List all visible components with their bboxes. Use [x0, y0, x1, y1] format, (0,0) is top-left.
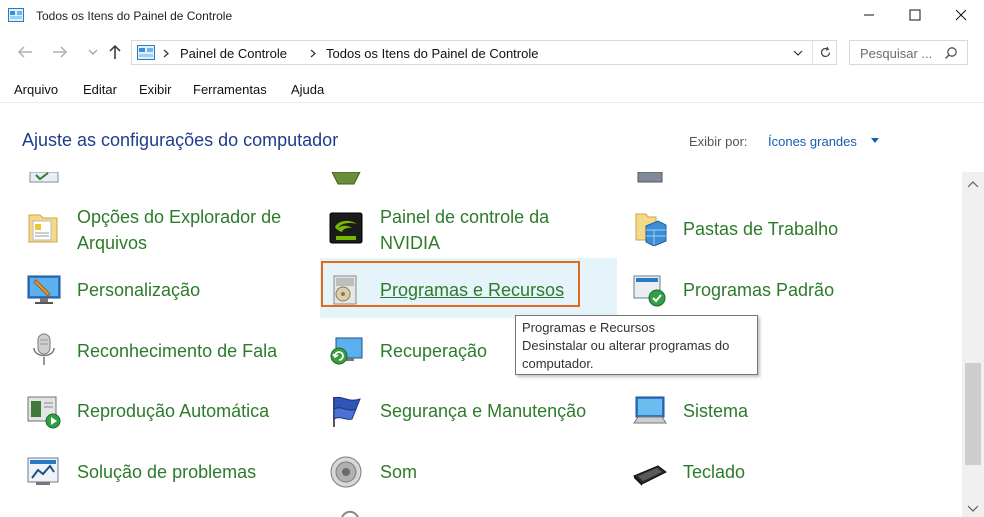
autoplay-icon	[27, 396, 61, 429]
view-by-caret-icon[interactable]	[871, 138, 879, 143]
breadcrumb-separator-icon	[310, 49, 316, 58]
keyboard-icon	[633, 465, 667, 486]
cut-off-item-icon	[637, 172, 663, 183]
tooltip-desc-line2: computador.	[522, 356, 594, 371]
cut-off-item-icon	[29, 172, 59, 183]
search-placeholder: Pesquisar ...	[860, 46, 933, 61]
folder-options-icon	[28, 214, 58, 243]
menu-ajuda[interactable]: Ajuda	[291, 82, 324, 97]
maximize-icon	[909, 9, 921, 21]
item-programas-padrao[interactable]: Programas Padrão	[683, 277, 834, 303]
menu-editar[interactable]: Editar	[83, 82, 117, 97]
address-dropdown-button[interactable]	[790, 46, 806, 60]
item-solucao-problemas[interactable]: Solução de problemas	[77, 459, 256, 485]
default-programs-icon	[633, 275, 666, 307]
item-reproducao-automatica[interactable]: Reprodução Automática	[77, 398, 269, 424]
search-icon[interactable]	[944, 46, 958, 60]
nvidia-icon	[329, 212, 363, 244]
item-sistema[interactable]: Sistema	[683, 398, 748, 424]
item-pastas-trabalho[interactable]: Pastas de Trabalho	[683, 216, 838, 242]
scroll-down-icon[interactable]	[967, 505, 979, 513]
microphone-icon	[33, 333, 55, 365]
vertical-scrollbar[interactable]	[962, 172, 984, 517]
control-panel-icon	[8, 8, 24, 22]
security-maintenance-flag-icon	[333, 396, 361, 427]
menu-divider	[0, 102, 984, 103]
item-som[interactable]: Som	[380, 459, 417, 485]
item-opcoes-explorador[interactable]: Opções do Explorador de Arquivos	[77, 204, 281, 256]
up-arrow-icon	[109, 44, 121, 59]
chevron-down-icon	[793, 50, 803, 56]
recovery-icon	[330, 337, 363, 365]
item-personalizacao[interactable]: Personalização	[77, 277, 200, 303]
programs-features-icon	[333, 275, 357, 305]
menu-ferramentas[interactable]: Ferramentas	[193, 82, 267, 97]
refresh-icon	[820, 46, 830, 58]
menu-exibir[interactable]: Exibir	[139, 82, 172, 97]
forward-button[interactable]	[49, 41, 71, 63]
tooltip: Programas e Recursos Desinstalar ou alte…	[515, 315, 758, 375]
scroll-up-icon[interactable]	[967, 180, 979, 188]
item-reconhecimento-fala[interactable]: Reconhecimento de Fala	[77, 338, 277, 364]
view-by-dropdown[interactable]: Ícones grandes	[768, 134, 857, 149]
breadcrumb-painel-de-controle[interactable]: Painel de Controle	[180, 46, 287, 61]
troubleshooting-icon	[27, 457, 59, 485]
item-programas-recursos[interactable]: Programas e Recursos	[380, 277, 564, 303]
breadcrumb-todos-os-itens[interactable]: Todos os Itens do Painel de Controle	[326, 46, 538, 61]
item-nvidia[interactable]: Painel de controle da NVIDIA	[380, 204, 549, 256]
system-icon	[633, 396, 667, 424]
item-teclado[interactable]: Teclado	[683, 459, 745, 485]
tooltip-desc-line1: Desinstalar ou alterar programas do	[522, 338, 730, 353]
window-title: Todos os Itens do Painel de Controle	[36, 9, 233, 23]
back-arrow-icon	[17, 46, 32, 58]
view-by-label: Exibir por:	[689, 134, 748, 149]
recent-locations-button[interactable]	[82, 41, 104, 63]
chevron-down-icon	[88, 49, 98, 55]
close-icon	[955, 9, 967, 21]
work-folders-icon	[635, 213, 667, 246]
address-control-panel-icon	[137, 45, 155, 60]
forward-arrow-icon	[53, 46, 68, 58]
cut-off-item-icon	[331, 172, 361, 185]
menu-arquivo[interactable]: Arquivo	[14, 82, 58, 97]
cut-off-item-icon	[341, 510, 359, 517]
maximize-button[interactable]	[892, 0, 938, 30]
minimize-icon	[864, 14, 874, 16]
refresh-button[interactable]	[812, 41, 837, 64]
personalization-icon	[27, 275, 61, 304]
item-recuperacao[interactable]: Recuperação	[380, 338, 487, 364]
sound-icon	[330, 456, 362, 488]
back-button[interactable]	[14, 41, 36, 63]
item-seguranca-manutencao[interactable]: Segurança e Manutenção	[380, 398, 586, 424]
up-button[interactable]	[104, 41, 126, 63]
page-title: Ajuste as configurações do computador	[22, 130, 339, 150]
scrollbar-thumb[interactable]	[965, 363, 981, 465]
tooltip-title: Programas e Recursos	[522, 320, 655, 335]
minimize-button[interactable]	[846, 0, 892, 30]
breadcrumb-separator-icon	[163, 49, 169, 58]
close-button[interactable]	[938, 0, 984, 30]
